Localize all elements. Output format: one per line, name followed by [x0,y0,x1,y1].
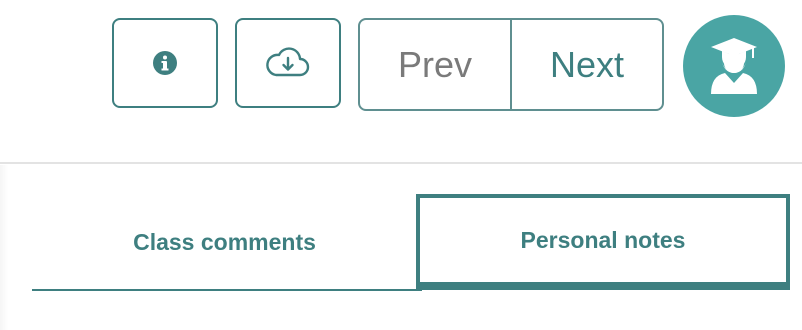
tab-class-comments[interactable]: Class comments [32,194,417,290]
tab-personal-notes[interactable]: Personal notes [416,194,790,290]
comment-tabs: Class comments Personal notes [32,194,790,292]
download-button[interactable] [235,18,341,108]
prev-button[interactable]: Prev [360,20,512,109]
tab-underline [32,289,422,291]
info-button[interactable] [112,18,218,108]
info-icon [153,51,177,75]
header-divider [0,162,802,164]
next-button[interactable]: Next [512,20,662,109]
user-avatar[interactable] [683,15,785,117]
graduate-user-icon [711,38,757,94]
pager: Prev Next [358,18,664,111]
toolbar: Prev Next [0,0,802,163]
panel-edge-shadow [0,165,8,330]
cloud-download-icon [266,47,310,77]
